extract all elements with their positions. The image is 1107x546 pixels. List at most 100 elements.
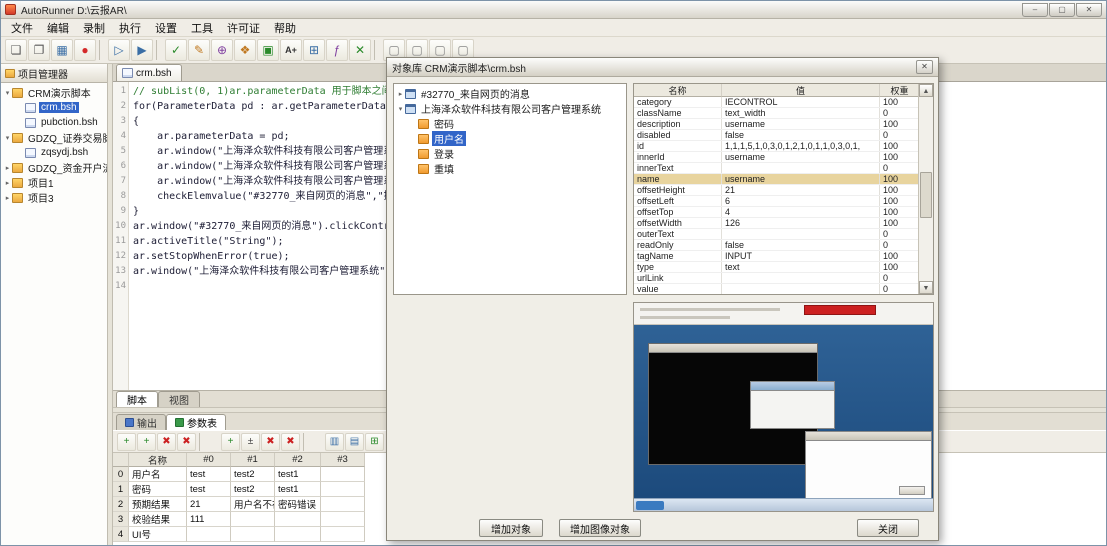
prop-header-weight[interactable]: 权重 xyxy=(880,84,920,97)
record-button[interactable]: ● xyxy=(74,39,96,61)
tree-item[interactable]: zqsydj.bsh xyxy=(1,145,107,160)
paste-button[interactable]: ▤ xyxy=(345,433,364,451)
dialog-close-button[interactable]: ✕ xyxy=(916,60,933,74)
preview-taskbar xyxy=(634,498,933,511)
param-table-button[interactable]: ⊞ xyxy=(303,39,325,61)
object-library-button[interactable]: ❖ xyxy=(234,39,256,61)
object-tree-item[interactable]: 用户名 xyxy=(394,131,626,146)
tagName[interactable]: tagName INPUT 100 xyxy=(634,251,920,262)
editor-tab-crm[interactable]: crm.bsh xyxy=(116,64,182,81)
new-project-button[interactable]: ❏ xyxy=(5,39,27,61)
value[interactable]: value 0 xyxy=(634,284,920,295)
object-spy-button[interactable]: ⊕ xyxy=(211,39,233,61)
menu-edit[interactable]: 编辑 xyxy=(40,19,76,37)
innerText[interactable]: innerText 0 xyxy=(634,163,920,174)
copy-button[interactable]: ▥ xyxy=(325,433,344,451)
offsetLeft[interactable]: offsetLeft 6 100 xyxy=(634,196,920,207)
object-tree-item[interactable]: ▸ #32770_来自网页的消息 xyxy=(394,86,626,101)
column-header[interactable]: #2 xyxy=(275,453,321,467)
offsetHeight[interactable]: offsetHeight 21 100 xyxy=(634,185,920,196)
font-increase-button[interactable]: A+ xyxy=(280,39,302,61)
category[interactable]: category IECONTROL 100 xyxy=(634,97,920,108)
minimize-button[interactable]: – xyxy=(1022,3,1048,17)
delete-col-button[interactable]: ✖ xyxy=(157,433,176,451)
object-tree-item[interactable]: 重填 xyxy=(394,161,626,176)
image-check-button[interactable]: ▣ xyxy=(257,39,279,61)
offsetWidth[interactable]: offsetWidth 126 100 xyxy=(634,218,920,229)
tab-param-table[interactable]: 参数表 xyxy=(166,414,226,430)
menu-license[interactable]: 许可证 xyxy=(220,19,267,37)
preview-desktop xyxy=(634,325,933,498)
edit-point-button[interactable]: ✎ xyxy=(188,39,210,61)
menu-file[interactable]: 文件 xyxy=(4,19,40,37)
run-to-cursor-button[interactable]: ▶ xyxy=(131,39,153,61)
object-tree-item[interactable]: 登录 xyxy=(394,146,626,161)
tab-script[interactable]: 脚本 xyxy=(116,391,158,407)
dialog-title: 对象库 CRM演示脚本\crm.bsh xyxy=(392,60,526,75)
import-button[interactable]: ⊞ xyxy=(365,433,384,451)
readOnly[interactable]: readOnly false 0 xyxy=(634,240,920,251)
column-header[interactable]: #1 xyxy=(231,453,275,467)
column-header[interactable]: #3 xyxy=(321,453,365,467)
close-dialog-button[interactable]: 关闭 xyxy=(857,519,919,537)
project-explorer-header[interactable]: 项目管理器 xyxy=(1,64,107,83)
prop-header-name[interactable]: 名称 xyxy=(634,84,722,97)
clear-button[interactable]: ✕ xyxy=(349,39,371,61)
tab-output[interactable]: 输出 xyxy=(116,414,166,430)
checkpoint-button[interactable]: ✓ xyxy=(165,39,187,61)
menu-help[interactable]: 帮助 xyxy=(267,19,303,37)
object-tree-item[interactable]: ▾ 上海泽众软件科技有限公司客户管理系统 xyxy=(394,101,626,116)
object-tree-item[interactable]: 密码 xyxy=(394,116,626,131)
insert-col-left-button[interactable]: + xyxy=(117,433,136,451)
clear-rows-button[interactable]: ✖ xyxy=(281,433,300,451)
project-tree: ▾ CRM演示脚本 crm.bsh pubction.bsh xyxy=(1,83,107,545)
toolbar-separator xyxy=(99,40,105,60)
save-button[interactable]: ▦ xyxy=(51,39,73,61)
add-image-object-button[interactable]: 增加图像对象 xyxy=(559,519,641,537)
expander-icon: ▸ xyxy=(396,90,405,98)
clear-cols-button[interactable]: ✖ xyxy=(177,433,196,451)
add-object-button[interactable]: 增加对象 xyxy=(479,519,543,537)
insert-row-button[interactable]: + xyxy=(221,433,240,451)
insert-col-right-button[interactable]: + xyxy=(137,433,156,451)
menu-record[interactable]: 录制 xyxy=(76,19,112,37)
tree-item[interactable]: ▸ 项目1 xyxy=(1,175,107,190)
maximize-button[interactable]: ▢ xyxy=(1049,3,1075,17)
tree-item[interactable]: ▾ GDZQ_证券交易脚本链 xyxy=(1,130,107,145)
append-row-button[interactable]: ± xyxy=(241,433,260,451)
name[interactable]: name username 100 xyxy=(634,174,920,185)
prop-header-value[interactable]: 值 xyxy=(722,84,880,97)
close-button[interactable]: ✕ xyxy=(1076,3,1102,17)
outerText[interactable]: outerText 0 xyxy=(634,229,920,240)
column-header[interactable]: 名称 xyxy=(129,453,187,467)
scroll-up-icon[interactable]: ▲ xyxy=(919,84,933,97)
menu-settings[interactable]: 设置 xyxy=(148,19,184,37)
urlLink[interactable]: urlLink 0 xyxy=(634,273,920,284)
disabled[interactable]: disabled false 0 xyxy=(634,130,920,141)
description[interactable]: description username 100 xyxy=(634,119,920,130)
offsetTop[interactable]: offsetTop 4 100 xyxy=(634,207,920,218)
tree-item[interactable]: ▾ CRM演示脚本 xyxy=(1,85,107,100)
scroll-down-icon[interactable]: ▼ xyxy=(919,281,933,294)
open-project-button[interactable]: ❐ xyxy=(28,39,50,61)
tree-item[interactable]: crm.bsh xyxy=(1,100,107,115)
type[interactable]: type text 100 xyxy=(634,262,920,273)
column-header[interactable]: #0 xyxy=(187,453,231,467)
object-icon xyxy=(405,89,416,99)
property-scrollbar[interactable]: ▲ ▼ xyxy=(918,84,933,294)
tree-item[interactable]: ▸ 项目3 xyxy=(1,190,107,205)
tab-view[interactable]: 视图 xyxy=(158,391,200,407)
delete-row-button[interactable]: ✖ xyxy=(261,433,280,451)
className[interactable]: className text_width 0 xyxy=(634,108,920,119)
innerId[interactable]: innerId username 100 xyxy=(634,152,920,163)
function-button[interactable]: ƒ xyxy=(326,39,348,61)
run-button[interactable]: ▷ xyxy=(108,39,130,61)
property-table-header: 名称 值 权重 xyxy=(634,84,920,97)
menu-tools[interactable]: 工具 xyxy=(184,19,220,37)
scrollbar-thumb[interactable] xyxy=(920,172,932,218)
tree-item[interactable]: pubction.bsh xyxy=(1,115,107,130)
menu-run[interactable]: 执行 xyxy=(112,19,148,37)
id[interactable]: id 1,1,1,5,1,0,3,0,1,2,1,0,1,1,0,3,0,1, … xyxy=(634,141,920,152)
object-icon xyxy=(418,149,429,159)
tree-item[interactable]: ▸ GDZQ_资金开户流程 xyxy=(1,160,107,175)
